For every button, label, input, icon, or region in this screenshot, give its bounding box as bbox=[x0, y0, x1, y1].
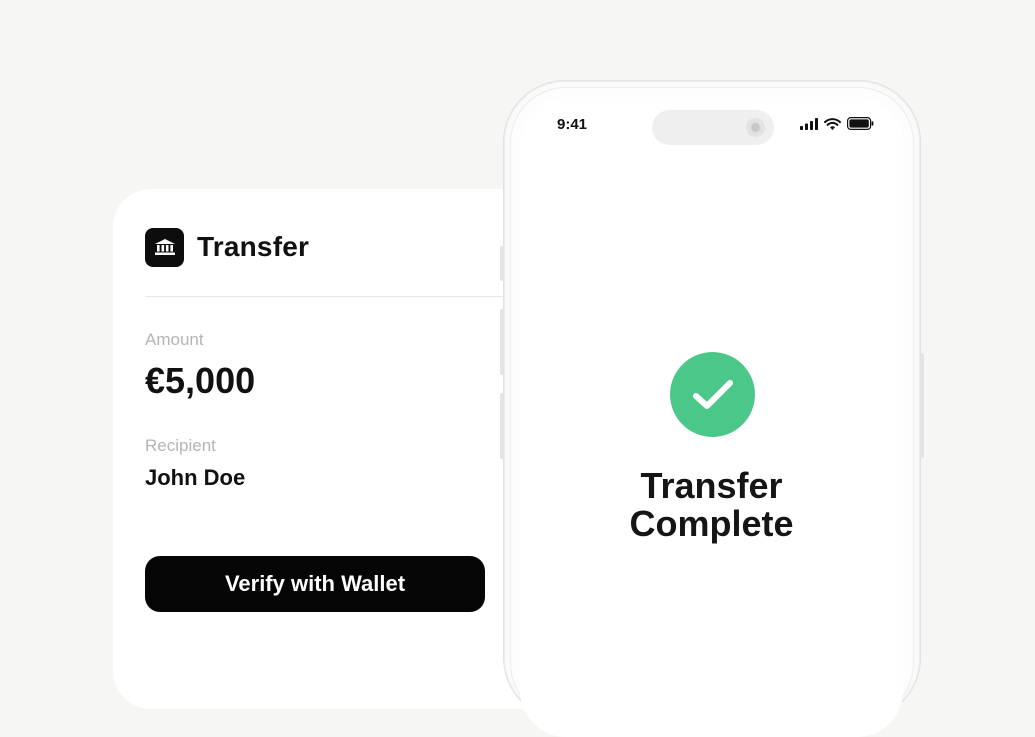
verify-with-wallet-button[interactable]: Verify with Wallet bbox=[145, 556, 485, 612]
status-icons bbox=[800, 117, 880, 130]
phone-side-button bbox=[500, 393, 503, 459]
camera-icon bbox=[746, 118, 765, 137]
amount-value: €5,000 bbox=[145, 360, 256, 401]
phone-mockup: 9:41 Transfer Complete bbox=[500, 80, 924, 737]
battery-icon bbox=[847, 117, 874, 130]
wifi-icon bbox=[824, 117, 841, 130]
card-header: Transfer bbox=[145, 227, 309, 267]
signal-icon bbox=[800, 117, 818, 130]
dynamic-island bbox=[652, 110, 774, 145]
phone-side-button bbox=[500, 309, 503, 375]
amount-label: Amount bbox=[145, 330, 204, 349]
message-line-1: Transfer bbox=[640, 465, 783, 506]
checkmark-icon bbox=[692, 379, 733, 409]
transfer-complete-message: Transfer Complete bbox=[520, 467, 903, 543]
card-title: Transfer bbox=[197, 231, 310, 262]
bank-icon bbox=[145, 227, 184, 267]
recipient-value: John Doe bbox=[145, 465, 246, 490]
phone-screen: 9:41 Transfer Complete bbox=[520, 97, 903, 737]
success-check-circle bbox=[670, 352, 755, 437]
phone-side-button bbox=[500, 246, 503, 281]
message-line-2: Complete bbox=[629, 503, 794, 544]
phone-side-button bbox=[921, 353, 924, 458]
status-time: 9:41 bbox=[557, 116, 588, 133]
recipient-label: Recipient bbox=[145, 436, 216, 455]
